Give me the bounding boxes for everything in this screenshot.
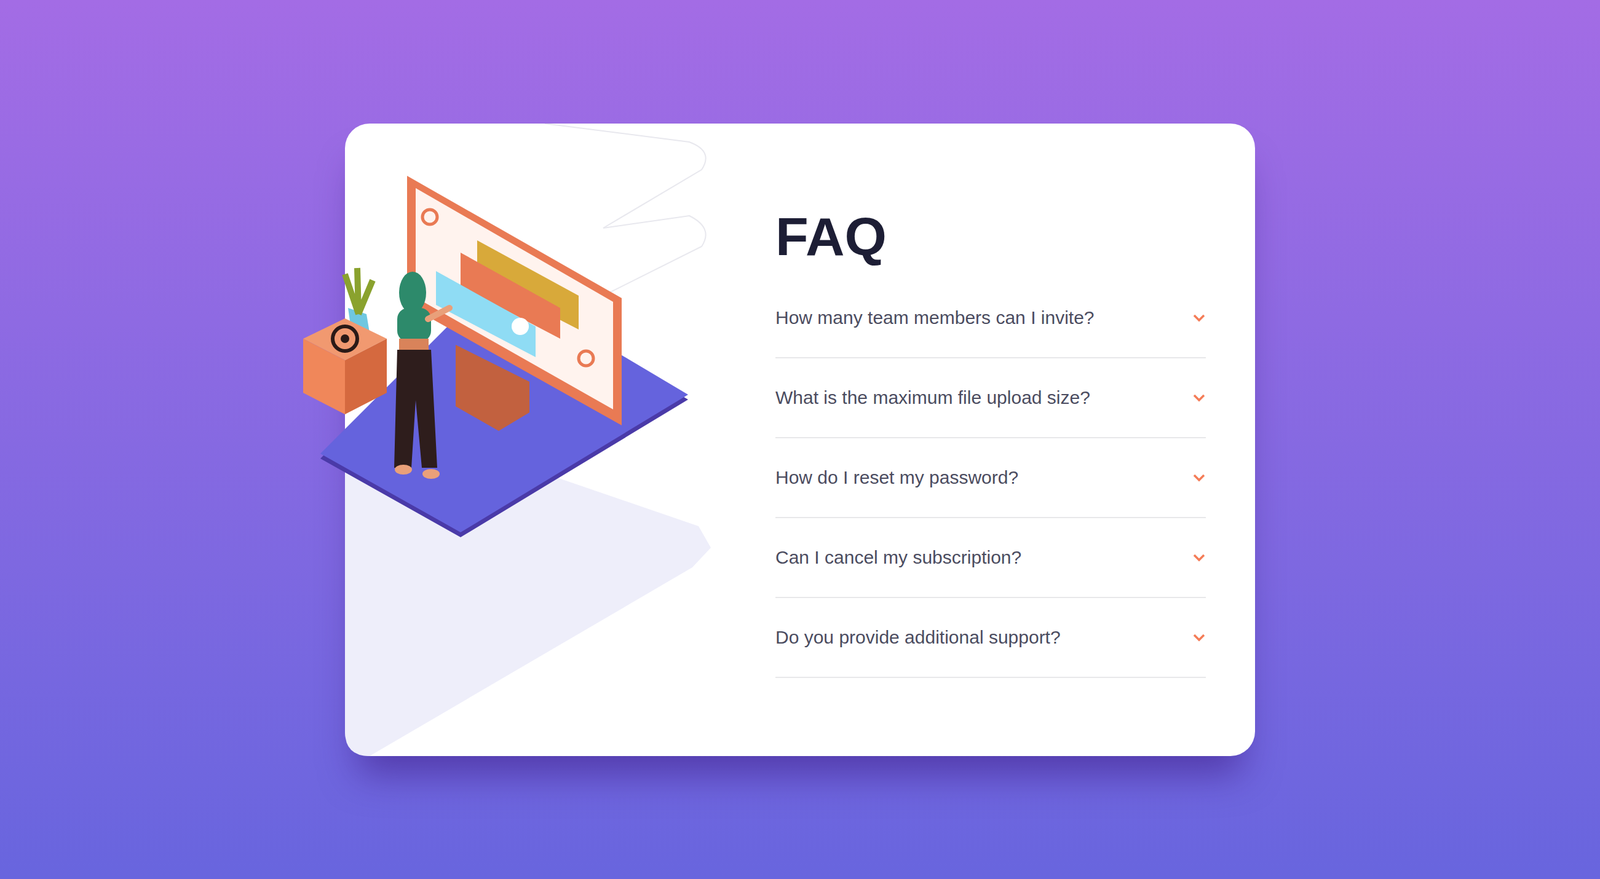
faq-question[interactable]: Can I cancel my subscription? bbox=[775, 543, 1022, 572]
faq-question[interactable]: What is the maximum file upload size? bbox=[775, 383, 1091, 412]
chevron-down-icon bbox=[1192, 393, 1206, 403]
faq-question[interactable]: How do I reset my password? bbox=[775, 463, 1019, 492]
page: FAQ How many team members can I invite? Wh… bbox=[0, 0, 1600, 879]
faq-item[interactable]: How do I reset my password? bbox=[775, 438, 1206, 519]
illustration-column bbox=[344, 123, 776, 757]
faq-item[interactable]: Can I cancel my subscription? bbox=[775, 518, 1206, 599]
faq-question[interactable]: Do you provide additional support? bbox=[775, 623, 1061, 652]
faq-item[interactable]: What is the maximum file upload size? bbox=[775, 358, 1206, 439]
faq-question[interactable]: How many team members can I invite? bbox=[775, 303, 1095, 332]
faq-column: FAQ How many team members can I invite? Wh… bbox=[775, 123, 1256, 757]
faq-item[interactable]: Do you provide additional support? bbox=[775, 598, 1206, 679]
chevron-down-icon bbox=[1192, 633, 1206, 642]
woman-online-illustration bbox=[295, 123, 714, 757]
faq-list: How many team members can I invite? What … bbox=[775, 278, 1206, 679]
chevron-down-icon bbox=[1192, 553, 1206, 563]
chevron-down-icon bbox=[1192, 313, 1206, 323]
faq-card: FAQ How many team members can I invite? Wh… bbox=[344, 123, 1256, 757]
faq-item[interactable]: How many team members can I invite? bbox=[775, 278, 1206, 359]
chevron-down-icon bbox=[1192, 473, 1206, 483]
faq-heading: FAQ bbox=[775, 209, 1206, 264]
